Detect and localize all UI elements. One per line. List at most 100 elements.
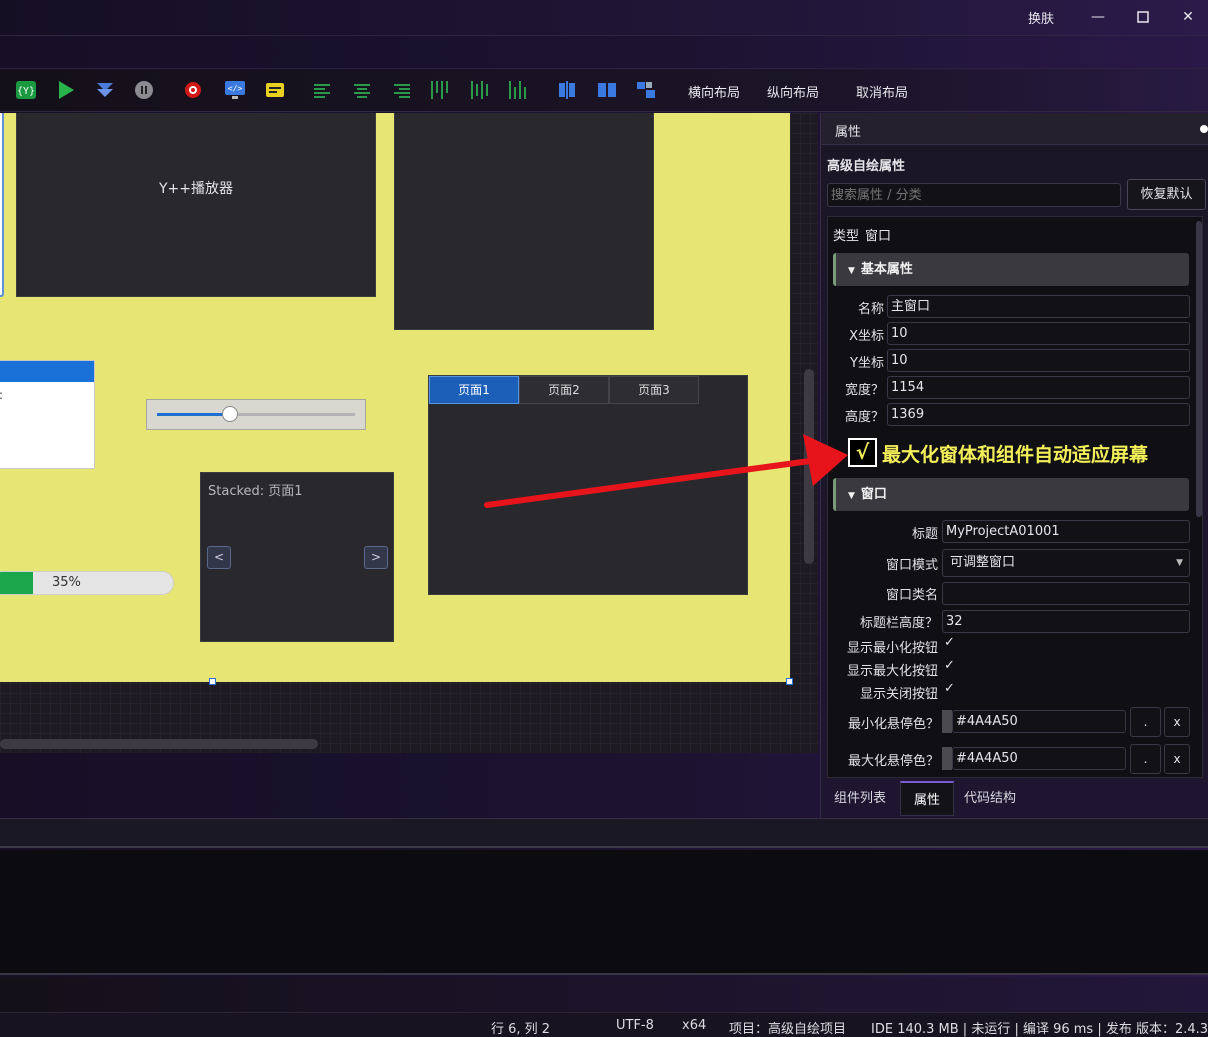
tab-page1[interactable]: 页面1 xyxy=(429,376,519,404)
status-arch: x64 xyxy=(682,1018,707,1033)
group-window-label: 窗口 xyxy=(860,487,887,502)
run-icon[interactable] xyxy=(55,79,77,101)
tab-properties[interactable]: 属性 xyxy=(900,781,955,816)
progress-fill xyxy=(0,572,33,594)
skin-button[interactable]: 换肤 xyxy=(1028,8,1054,27)
show-max-label: 显示最大化按钮 xyxy=(846,664,938,679)
show-min-checkbox[interactable]: ✓ xyxy=(944,635,955,650)
align-middle-icon[interactable] xyxy=(469,79,491,101)
minimize-button[interactable]: — xyxy=(1082,6,1114,28)
toolbar: {Y} </> 横向布局 纵向布局 取消布局 xyxy=(0,70,1208,112)
brace-icon[interactable]: {Y} xyxy=(15,79,37,101)
name-label: 名称 xyxy=(857,302,884,317)
show-close-checkbox[interactable]: ✓ xyxy=(944,681,955,696)
align-right-icon[interactable] xyxy=(391,79,413,101)
max-hover-clear-button[interactable]: x xyxy=(1164,744,1190,774)
x-field[interactable]: 10 xyxy=(887,322,1190,345)
list-item-fragment: : xyxy=(0,388,3,402)
player-label: Y++播放器 xyxy=(158,181,233,197)
group-window[interactable]: ▼ 窗口 xyxy=(833,478,1189,511)
align-bottom-icon[interactable] xyxy=(507,79,529,101)
close-button[interactable]: ✕ xyxy=(1172,6,1204,28)
output-pane[interactable] xyxy=(0,850,1208,975)
height-field[interactable]: 1369 xyxy=(887,403,1190,426)
min-hover-pick-button[interactable]: . xyxy=(1130,707,1161,737)
tab-page3[interactable]: 页面3 xyxy=(609,376,699,404)
x-label: X坐标 xyxy=(849,329,884,344)
design-window[interactable]: Y++播放器 : 35% Stacked: 页面1 < > 页面1 页面2 页面… xyxy=(0,113,790,682)
property-grid-scrollbar[interactable] xyxy=(1196,221,1202,517)
horizontal-layout-button[interactable]: 横向布局 xyxy=(688,82,740,101)
stacked-next-button[interactable]: > xyxy=(364,546,388,569)
type-label: 类型 xyxy=(833,229,860,244)
annotation-text: 最大化窗体和组件自动适应屏幕 xyxy=(882,444,1149,466)
group-basic-properties[interactable]: ▼ 基本属性 xyxy=(833,253,1189,286)
download-icon[interactable] xyxy=(94,79,116,101)
titlebar-height-label: 标题栏高度？ xyxy=(859,616,938,631)
player-widget[interactable]: Y++播放器 xyxy=(16,113,376,297)
title-bar: 换肤 — ✕ xyxy=(0,0,1208,36)
canvas-horizontal-scrollbar[interactable] xyxy=(0,739,318,749)
slider-widget[interactable] xyxy=(146,399,366,430)
show-close-label: 显示关闭按钮 xyxy=(859,687,938,702)
tab-page2[interactable]: 页面2 xyxy=(519,376,609,404)
y-field[interactable]: 10 xyxy=(887,349,1190,372)
vertical-layout-button[interactable]: 纵向布局 xyxy=(767,82,819,101)
align-left-icon[interactable] xyxy=(311,79,333,101)
mode-select[interactable]: 可调整窗口 ▼ xyxy=(942,549,1190,577)
stacked-prev-button[interactable]: < xyxy=(207,546,231,569)
width-field[interactable]: 1154 xyxy=(887,376,1190,399)
tab-code-structure[interactable]: 代码结构 xyxy=(951,781,1029,816)
menu-bar xyxy=(0,36,1208,69)
code-monitor-icon[interactable]: </> xyxy=(224,79,246,101)
max-hover-pick-button[interactable]: . xyxy=(1130,744,1161,774)
tab-component-list[interactable]: 组件列表 xyxy=(821,781,899,816)
y-label: Y坐标 xyxy=(850,356,884,371)
min-hover-label: 最小化悬停色？ xyxy=(847,717,939,732)
arrange-icon[interactable] xyxy=(635,79,657,101)
min-hover-field[interactable]: #4A4A50 xyxy=(952,710,1126,733)
group-basic-label: 基本属性 xyxy=(860,262,913,277)
distribute-h-icon[interactable] xyxy=(556,79,578,101)
output-header xyxy=(0,818,1208,848)
stacked-widget[interactable]: Stacked: 页面1 < > xyxy=(200,472,394,642)
align-center-icon[interactable] xyxy=(351,79,373,101)
maximize-button[interactable] xyxy=(1127,6,1159,28)
min-hover-clear-button[interactable]: x xyxy=(1164,707,1190,737)
list-widget[interactable]: : xyxy=(0,360,95,469)
status-ide-info: IDE 140.3 MB | 未运行 | 编译 96 ms | 发布 版本：2.… xyxy=(871,1022,1208,1037)
terminal-icon[interactable] xyxy=(264,79,286,101)
cancel-layout-button[interactable]: 取消布局 xyxy=(856,82,908,101)
distribute-v-icon[interactable] xyxy=(596,79,618,101)
dark-panel-widget[interactable] xyxy=(394,113,654,330)
progress-text: 35% xyxy=(52,575,81,590)
record-icon[interactable] xyxy=(182,79,204,101)
chevron-down-icon: ▼ xyxy=(848,266,855,276)
show-max-checkbox[interactable]: ✓ xyxy=(944,658,955,673)
titlebar-height-field[interactable]: 32 xyxy=(942,610,1190,633)
panel-dot-icon xyxy=(1200,125,1208,133)
pause-icon[interactable] xyxy=(133,79,155,101)
width-label: 宽度？ xyxy=(844,383,884,398)
list-item-selected[interactable] xyxy=(0,361,94,382)
reset-default-button[interactable]: 恢复默认 xyxy=(1127,179,1206,210)
title-field[interactable]: MyProjectA01001 xyxy=(942,520,1190,543)
footer-band xyxy=(0,977,1208,1012)
status-project: 项目：高级自绘项目 xyxy=(729,1022,847,1037)
height-label: 高度？ xyxy=(844,410,884,425)
title-label: 标题 xyxy=(911,527,938,542)
progress-bar: 35% xyxy=(0,571,174,595)
class-field[interactable] xyxy=(942,582,1190,605)
name-field[interactable]: 主窗口 xyxy=(887,295,1190,318)
slider-thumb[interactable] xyxy=(222,406,238,422)
status-position: 行 6, 列 2 xyxy=(491,1022,551,1037)
status-bar: 行 6, 列 2 UTF-8 x64 项目：高级自绘项目 IDE 140.3 M… xyxy=(0,1012,1208,1037)
maximize-icon xyxy=(1137,11,1149,23)
max-hover-field[interactable]: #4A4A50 xyxy=(952,747,1126,770)
resize-handle-corner[interactable] xyxy=(786,678,793,685)
mode-label: 窗口模式 xyxy=(885,558,938,573)
resize-handle-bottom[interactable] xyxy=(209,678,216,685)
align-top-icon[interactable] xyxy=(429,79,451,101)
clipped-widget[interactable] xyxy=(0,113,4,297)
property-search-input[interactable] xyxy=(827,183,1121,207)
